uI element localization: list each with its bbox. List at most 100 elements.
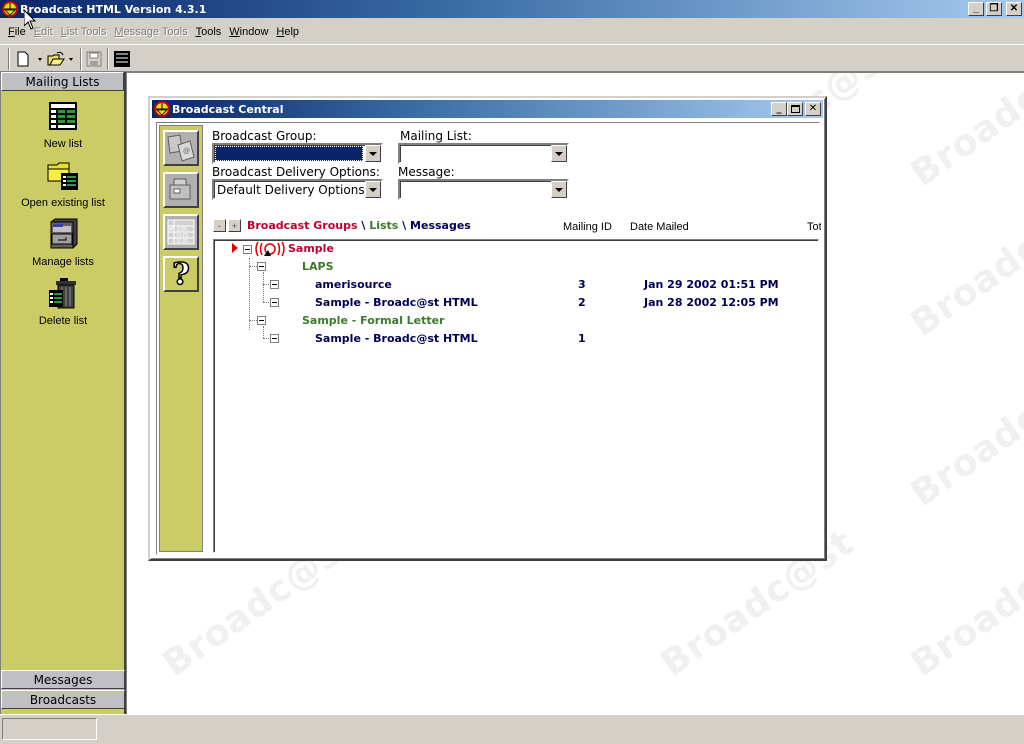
child-maximize-button[interactable] — [787, 102, 803, 116]
tree-group-sample[interactable]: Sample — [288, 242, 334, 255]
breadcrumb-broadcast-groups[interactable]: Broadcast Groups — [247, 219, 358, 232]
list-view-icon — [114, 51, 130, 67]
close-button[interactable]: ✕ — [1006, 2, 1022, 16]
menu-tools[interactable]: Tools — [192, 26, 226, 38]
mailing-list-label: Mailing List: — [400, 129, 472, 143]
close-icon: ✕ — [808, 103, 818, 114]
delivery-options-label: Broadcast Delivery Options: — [212, 165, 380, 179]
sidebar-item-new-list[interactable]: New list — [1, 100, 125, 150]
open-folder-button[interactable] — [46, 48, 78, 70]
child-title-bar: Broadcast Central _ ✕ — [152, 100, 823, 118]
child-minimize-button[interactable]: _ — [771, 102, 787, 116]
sidebar-tab-messages[interactable]: Messages — [1, 670, 125, 689]
save-button[interactable] — [84, 48, 104, 70]
broadcast-group-label: Broadcast Group: — [212, 129, 317, 143]
tree-list-sample-formal-letter[interactable]: Sample - Formal Letter — [302, 314, 445, 327]
sidebar-item-delete-list[interactable]: Delete list — [1, 277, 125, 327]
child-close-button[interactable]: ✕ — [805, 102, 821, 116]
manage-lists-icon — [50, 218, 78, 249]
collapse-toggle[interactable] — [257, 262, 266, 271]
collapse-toggle[interactable] — [270, 280, 279, 289]
svg-text:11:00: 11:00 — [176, 239, 188, 245]
sidebar-tab-broadcasts[interactable]: Broadcasts — [1, 690, 125, 709]
collapse-toggle[interactable] — [270, 298, 279, 307]
mailing-lists-button[interactable] — [163, 172, 199, 208]
broadcast-groups-icon: @ — [167, 134, 195, 162]
mailing-id-cell: 3 — [578, 278, 586, 291]
open-folder-icon — [47, 51, 73, 66]
current-row-arrow-icon — [232, 243, 238, 253]
message-select[interactable] — [398, 179, 569, 200]
status-panel — [2, 718, 97, 740]
open-list-icon — [47, 162, 78, 190]
app-logo-icon — [2, 1, 18, 17]
delete-list-icon — [49, 278, 76, 309]
maximize-icon — [790, 105, 800, 113]
delivery-options-value: Default Delivery Options — [217, 183, 365, 197]
watermark: Broadc@st — [903, 182, 1024, 345]
column-header-total[interactable]: Tota — [807, 221, 821, 233]
minimize-icon: _ — [973, 3, 979, 14]
toolbar-grip — [8, 48, 10, 70]
new-document-button[interactable] — [14, 48, 46, 70]
broadcast-group-icon — [255, 241, 285, 257]
collapse-toggle[interactable] — [243, 245, 252, 254]
restore-icon: ❐ — [989, 3, 999, 14]
tree-message[interactable]: Sample - Broadc@st HTML — [315, 332, 478, 345]
menu-bar: File Edit List Tools Message Tools Tools… — [0, 22, 303, 42]
tree-message[interactable]: Sample - Broadc@st HTML — [315, 296, 478, 309]
menu-message-tools[interactable]: Message Tools — [110, 26, 191, 38]
broadcast-tree: Sample LAPS amerisource 3 Jan 29 2002 01… — [213, 239, 819, 553]
help-button[interactable]: ? — [163, 256, 199, 292]
chevron-down-icon[interactable] — [551, 181, 567, 198]
message-label: Message: — [398, 165, 455, 179]
broadcast-groups-button[interactable]: @ — [163, 130, 199, 166]
menu-window[interactable]: Window — [225, 26, 272, 38]
sidebar-item-open-existing-list[interactable]: Open existing list — [1, 159, 125, 209]
schedule-icon: 9:0010:0011:00 — [167, 219, 195, 245]
broadcast-group-value — [215, 146, 363, 161]
broadcast-central-window: Broadcast Central _ ✕ @ 9:00 10:00 11:00 ?… — [148, 96, 827, 561]
tree-message[interactable]: amerisource — [315, 278, 392, 291]
list-view-button[interactable] — [111, 48, 133, 70]
watermark: Broadc@st — [903, 522, 1024, 685]
tree-list-laps[interactable]: LAPS — [302, 260, 334, 273]
date-mailed-cell: Jan 28 2002 12:05 PM — [644, 296, 779, 309]
date-mailed-cell: Jan 29 2002 01:51 PM — [644, 278, 779, 291]
mailing-list-select[interactable] — [398, 143, 569, 164]
svg-text:@: @ — [183, 148, 190, 155]
breadcrumb-messages[interactable]: Messages — [410, 219, 471, 232]
delivery-options-select[interactable]: Default Delivery Options — [212, 179, 383, 200]
restore-button[interactable]: ❐ — [986, 2, 1002, 16]
breadcrumb-lists[interactable]: Lists — [369, 219, 398, 232]
new-list-icon — [49, 102, 77, 130]
watermark: Broadc@st — [903, 352, 1024, 515]
column-header-date-mailed[interactable]: Date Mailed — [630, 221, 689, 233]
sidebar-item-label: Open existing list — [21, 197, 105, 209]
collapse-toggle[interactable] — [257, 316, 266, 325]
column-header-mailing-id[interactable]: Mailing ID — [563, 221, 612, 233]
status-bar — [0, 714, 1024, 744]
app-logo-icon — [154, 101, 170, 117]
minimize-button[interactable]: _ — [968, 2, 984, 16]
broadcast-group-select[interactable] — [212, 143, 383, 164]
sidebar-item-label: Delete list — [38, 315, 88, 327]
collapse-toggle[interactable] — [270, 334, 279, 343]
mailing-lists-icon — [169, 178, 191, 200]
chevron-down-icon[interactable] — [365, 145, 381, 162]
collapse-all-button[interactable]: - — [213, 219, 226, 232]
chevron-down-icon[interactable] — [551, 145, 567, 162]
sidebar-item-label: Manage lists — [32, 256, 94, 268]
toolbar — [0, 44, 1024, 72]
mailing-id-cell: 2 — [578, 296, 586, 309]
schedule-button[interactable]: 9:00 10:00 11:00 — [163, 214, 199, 250]
sidebar-item-manage-lists[interactable]: Manage lists — [1, 218, 125, 268]
minimize-icon: _ — [776, 103, 782, 114]
menu-help[interactable]: Help — [272, 26, 303, 38]
menu-list-tools[interactable]: List Tools — [57, 26, 111, 38]
new-document-icon — [17, 51, 42, 67]
sidebar-header-mailing-lists[interactable]: Mailing Lists — [1, 72, 124, 91]
expand-all-button[interactable]: + — [228, 219, 241, 232]
child-window-title: Broadcast Central — [172, 102, 284, 116]
chevron-down-icon[interactable] — [365, 181, 381, 198]
